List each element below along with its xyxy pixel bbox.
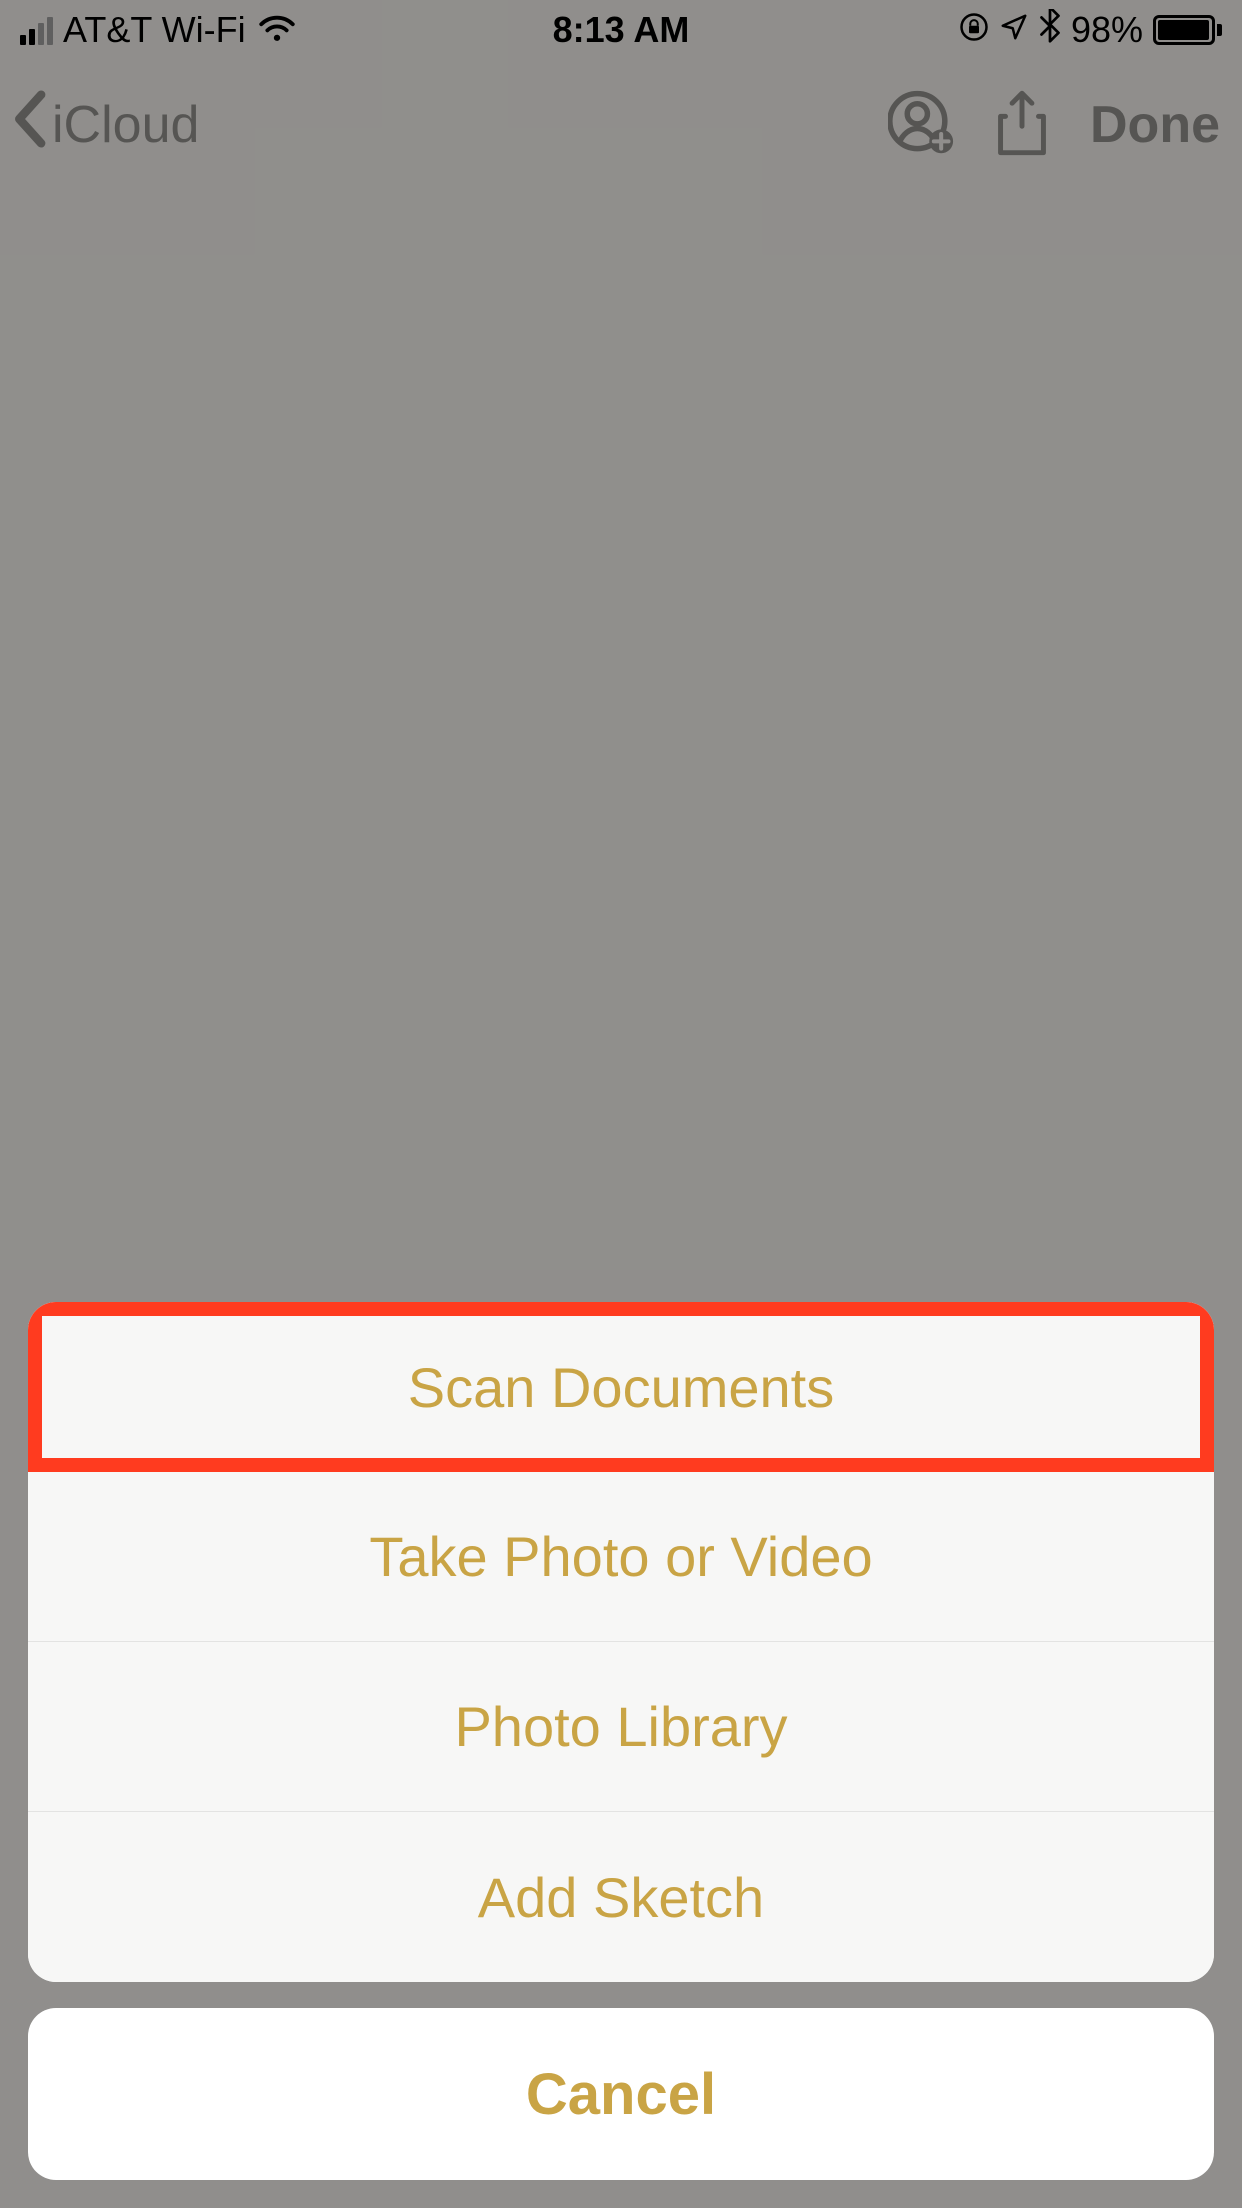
action-photo-library[interactable]: Photo Library bbox=[28, 1642, 1214, 1812]
action-label: Scan Documents bbox=[408, 1355, 834, 1420]
action-scan-documents[interactable]: Scan Documents bbox=[28, 1302, 1214, 1472]
action-label: Add Sketch bbox=[478, 1865, 764, 1930]
action-sheet: Scan Documents Take Photo or Video Photo… bbox=[28, 1302, 1214, 2180]
action-label: Photo Library bbox=[454, 1694, 787, 1759]
action-cancel-button[interactable]: Cancel bbox=[28, 2008, 1214, 2180]
action-label: Take Photo or Video bbox=[369, 1524, 872, 1589]
action-add-sketch[interactable]: Add Sketch bbox=[28, 1812, 1214, 1982]
action-take-photo-video[interactable]: Take Photo or Video bbox=[28, 1472, 1214, 1642]
action-sheet-options: Scan Documents Take Photo or Video Photo… bbox=[28, 1302, 1214, 1982]
cancel-label: Cancel bbox=[526, 2061, 716, 2128]
